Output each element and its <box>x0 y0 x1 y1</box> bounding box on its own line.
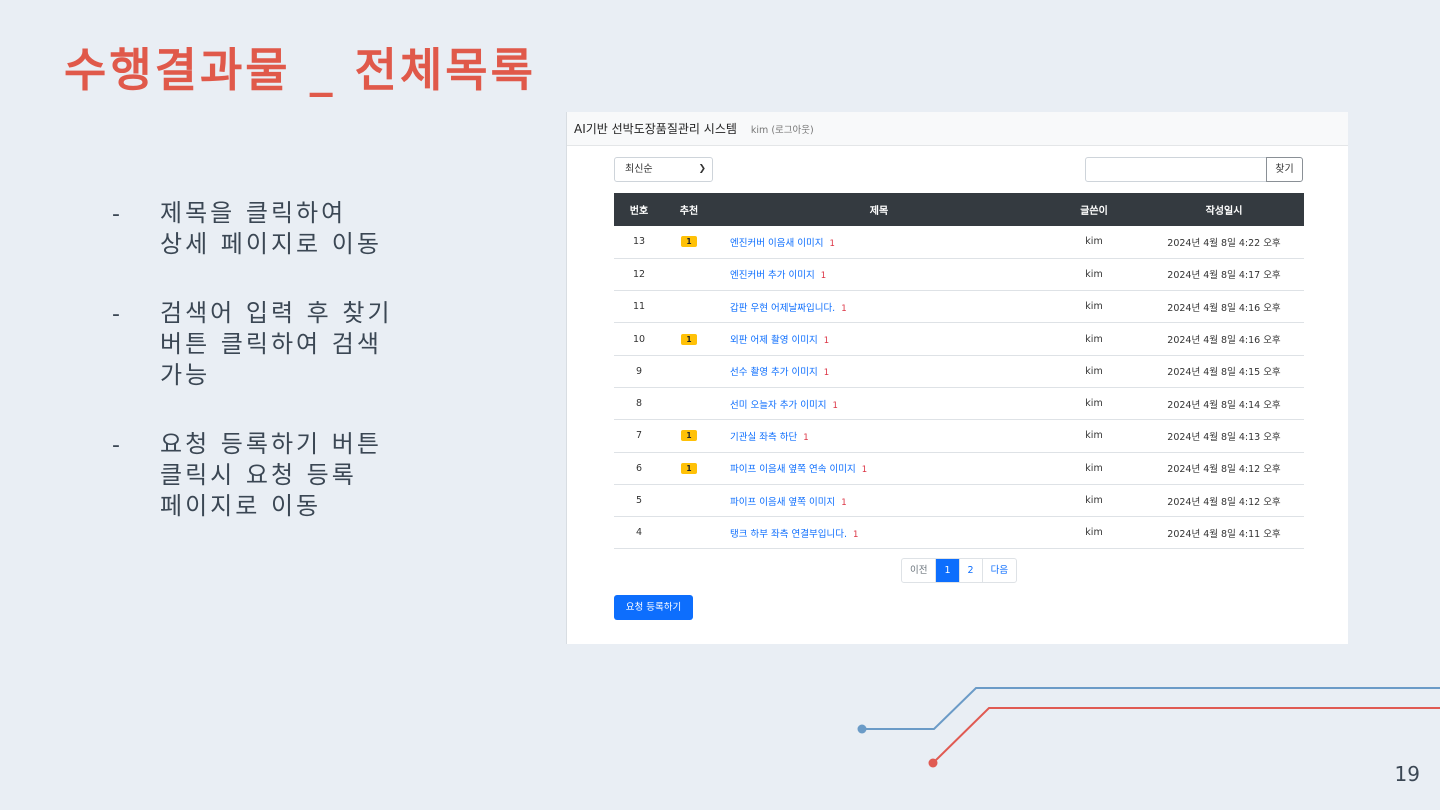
red-circuit-line <box>932 707 1440 764</box>
blue-dot <box>857 724 867 734</box>
page-number: 19 <box>1394 762 1420 786</box>
red-dot <box>928 758 938 768</box>
decorative-lines <box>857 687 1440 768</box>
